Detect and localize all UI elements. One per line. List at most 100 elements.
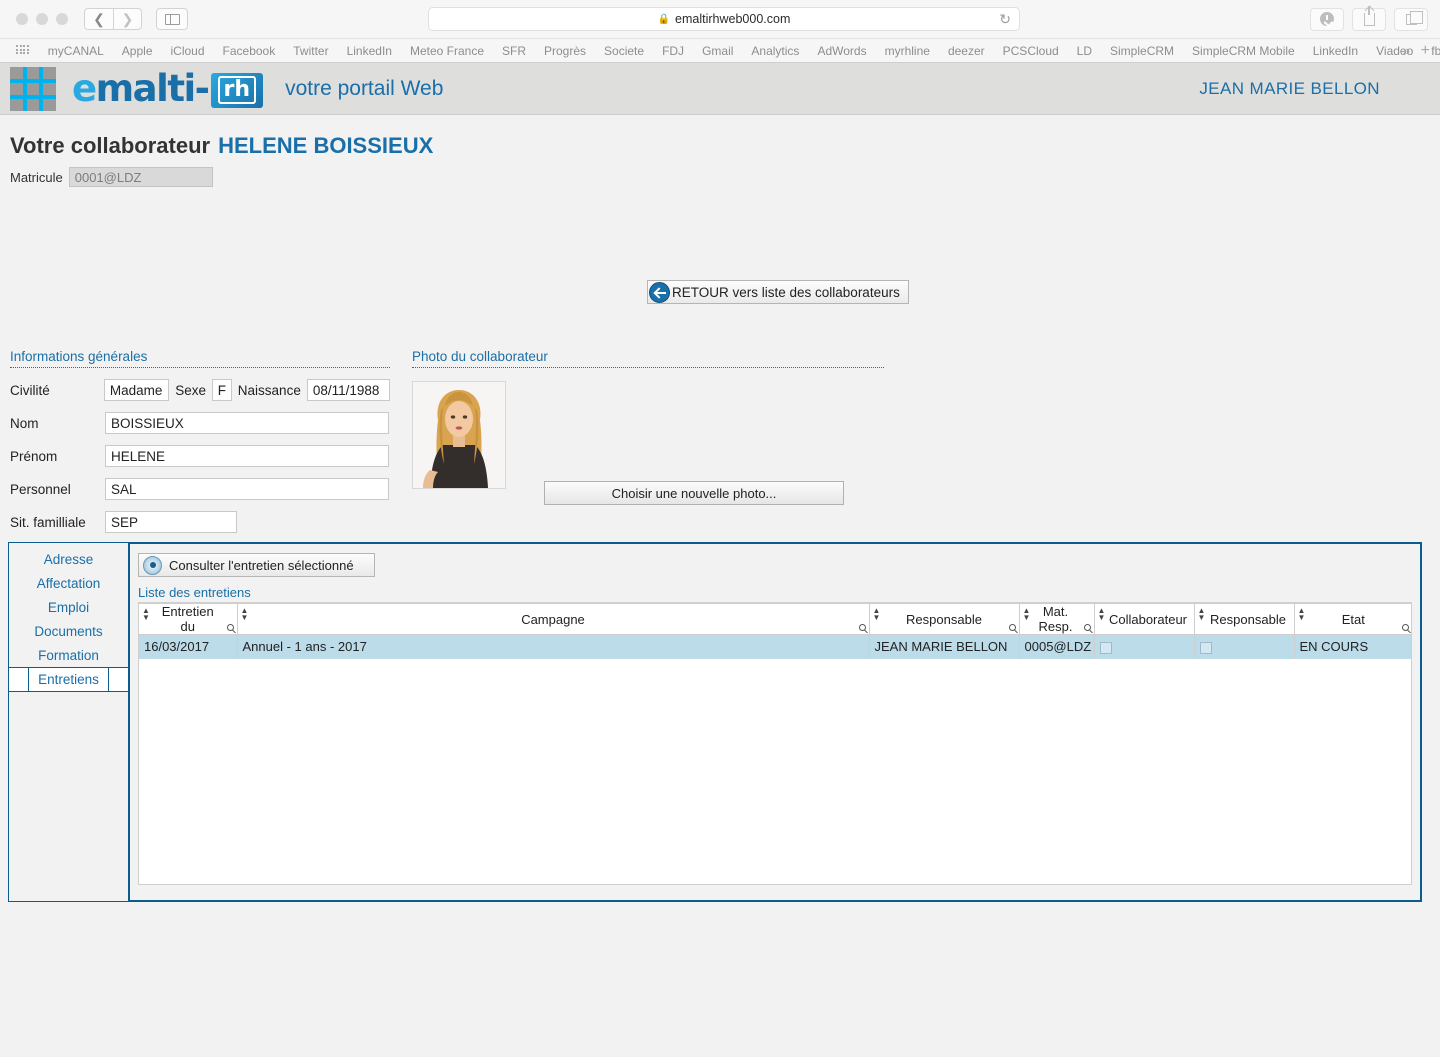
cell-etat: EN COURS [1294, 634, 1411, 659]
search-icon[interactable] [858, 624, 866, 631]
bookmark-item[interactable]: Viadeo [1367, 44, 1422, 58]
sort-arrows-icon[interactable]: ▲ ▼ [1023, 607, 1031, 622]
bookmark-item[interactable]: SFR [493, 44, 535, 58]
responsable-checkbox[interactable] [1199, 641, 1212, 654]
bookmark-item[interactable]: myCANAL [39, 44, 113, 58]
forward-button[interactable]: ❯ [113, 8, 142, 30]
situation-input[interactable]: SEP [105, 511, 237, 533]
bookmark-item[interactable]: Societe [595, 44, 653, 58]
tab-documents[interactable]: Documents [9, 619, 128, 643]
back-to-list-button[interactable]: RETOUR vers liste des collaborateurs [647, 280, 909, 304]
bookmarks-bar: myCANAL Apple iCloud Facebook Twitter Li… [0, 38, 1440, 62]
show-tabs-button[interactable] [1394, 7, 1428, 31]
sort-arrows-icon[interactable]: ▲ ▼ [1198, 607, 1206, 622]
downloads-button[interactable] [1310, 7, 1344, 31]
sort-arrows-icon[interactable]: ▲ ▼ [873, 607, 881, 622]
search-icon[interactable] [1083, 624, 1091, 631]
consult-entretien-button[interactable]: Consulter l'entretien sélectionné [138, 553, 375, 577]
cell-collaborateur-checkbox[interactable] [1094, 634, 1195, 659]
tab-adresse[interactable]: Adresse [9, 547, 128, 571]
search-icon[interactable] [1402, 624, 1409, 631]
main-content: Votre collaborateur HELENE BOISSIEUX Matr… [0, 133, 1440, 902]
bookmark-item[interactable]: LinkedIn [338, 44, 401, 58]
bookmark-item[interactable]: Progrès [535, 44, 595, 58]
matricule-input[interactable]: 0001@LDZ [68, 167, 213, 187]
logo-text-malti: malti- [95, 67, 210, 110]
general-info-section: Informations générales Civilité Madame S… [10, 349, 390, 533]
entretiens-panel: Consulter l'entretien sélectionné Liste … [129, 542, 1422, 902]
bookmark-item[interactable]: Facebook [214, 44, 285, 58]
column-header-responsable[interactable]: ▲ ▼ Responsable [869, 604, 1020, 635]
share-button[interactable] [1352, 5, 1386, 31]
collaborator-photo-image [413, 382, 505, 488]
reload-icon[interactable]: ↻ [999, 11, 1011, 28]
bookmark-item[interactable]: AdWords [808, 44, 875, 58]
tab-emploi[interactable]: Emploi [9, 595, 128, 619]
bookmark-item[interactable]: Meteo France [401, 44, 493, 58]
sort-arrows-icon[interactable]: ▲ ▼ [1298, 607, 1306, 622]
bookmark-item[interactable]: PCSCloud [994, 44, 1068, 58]
prenom-row: Prénom HELENE [10, 445, 390, 467]
bookmark-item[interactable]: Analytics [742, 44, 808, 58]
personnel-input[interactable]: SAL [105, 478, 389, 500]
civilite-input[interactable]: Madame [103, 379, 170, 401]
column-header-entretien-du[interactable]: ▲ ▼ Entretien du [139, 604, 238, 635]
page-title: Votre collaborateur HELENE BOISSIEUX [10, 133, 1440, 159]
collaborateur-checkbox[interactable] [1099, 641, 1112, 654]
bookmark-item[interactable]: SimpleCRM [1101, 44, 1183, 58]
address-bar[interactable]: 🔒 emaltirhweb000.com ↻ [428, 7, 1020, 31]
column-header-responsable-flag[interactable]: ▲ ▼ Responsable [1194, 604, 1295, 635]
bookmark-item[interactable]: LD [1068, 44, 1101, 58]
naissance-input[interactable]: 08/11/1988 [306, 379, 390, 401]
sort-arrows-icon[interactable]: ▲ ▼ [1098, 607, 1106, 622]
eye-icon [143, 555, 162, 575]
bookmark-item[interactable]: iCloud [162, 44, 214, 58]
window-controls[interactable] [16, 13, 68, 25]
bookmarks-overflow-button[interactable]: » [1403, 43, 1410, 58]
sort-arrows-icon[interactable]: ▲ ▼ [241, 607, 249, 622]
minimize-window-button[interactable] [36, 13, 48, 25]
sexe-input[interactable]: F [212, 379, 232, 401]
bookmark-item[interactable]: Apple [113, 44, 162, 58]
tab-entretiens[interactable]: Entretiens [9, 667, 128, 692]
bookmark-item[interactable]: myrhline [876, 44, 939, 58]
sidebar-toggle-icon [164, 13, 180, 25]
prenom-input[interactable]: HELENE [105, 445, 389, 467]
entretiens-table: ▲ ▼ Entretien du ▲ ▼ Campagne ▲ ▼ Respon… [139, 604, 1411, 659]
column-header-mat-resp[interactable]: ▲ ▼ Mat. Resp. [1019, 604, 1095, 635]
current-user-name: JEAN MARIE BELLON [1199, 78, 1380, 98]
download-icon [1320, 12, 1334, 26]
apps-grid-icon[interactable] [16, 45, 29, 56]
search-icon[interactable] [226, 624, 234, 631]
back-button[interactable]: ❮ [84, 8, 113, 30]
column-header-etat[interactable]: ▲ ▼ Etat [1294, 604, 1411, 635]
personnel-row: Personnel SAL [10, 478, 390, 500]
cell-mat-resp: 0005@LDZ [1019, 634, 1095, 659]
add-bookmark-button[interactable]: + [1421, 42, 1430, 60]
bookmark-item[interactable]: FDJ [653, 44, 693, 58]
column-header-campagne[interactable]: ▲ ▼ Campagne [237, 604, 870, 635]
column-label: Etat [1341, 611, 1365, 627]
sort-arrows-icon[interactable]: ▲ ▼ [142, 607, 150, 622]
table-row[interactable]: 16/03/2017 Annuel - 1 ans - 2017 JEAN MA… [139, 634, 1411, 659]
url-display: 🔒 emaltirhweb000.com [658, 12, 791, 26]
logo-rh-badge: rh [210, 73, 264, 108]
bookmark-item[interactable]: LinkedIn [1304, 44, 1367, 58]
column-header-collaborateur[interactable]: ▲ ▼ Collaborateur [1094, 604, 1195, 635]
cell-responsable-checkbox[interactable] [1194, 634, 1295, 659]
page-title-prefix: Votre collaborateur [10, 133, 211, 158]
maximize-window-button[interactable] [56, 13, 68, 25]
sidebar-toggle-button[interactable] [156, 8, 188, 30]
situation-label: Sit. familliale [10, 514, 86, 530]
bookmark-item[interactable]: Gmail [693, 44, 742, 58]
choose-photo-button[interactable]: Choisir une nouvelle photo... [544, 481, 844, 505]
search-icon[interactable] [1008, 624, 1016, 631]
tab-affectation[interactable]: Affectation [9, 571, 128, 595]
tab-formation[interactable]: Formation [9, 643, 128, 667]
browser-chrome: ❮ ❯ 🔒 emaltirhweb000.com ↻ myCANAL Apple… [0, 0, 1440, 63]
nom-input[interactable]: BOISSIEUX [105, 412, 389, 434]
close-window-button[interactable] [16, 13, 28, 25]
bookmark-item[interactable]: SimpleCRM Mobile [1183, 44, 1304, 58]
bookmark-item[interactable]: deezer [939, 44, 994, 58]
bookmark-item[interactable]: Twitter [284, 44, 337, 58]
